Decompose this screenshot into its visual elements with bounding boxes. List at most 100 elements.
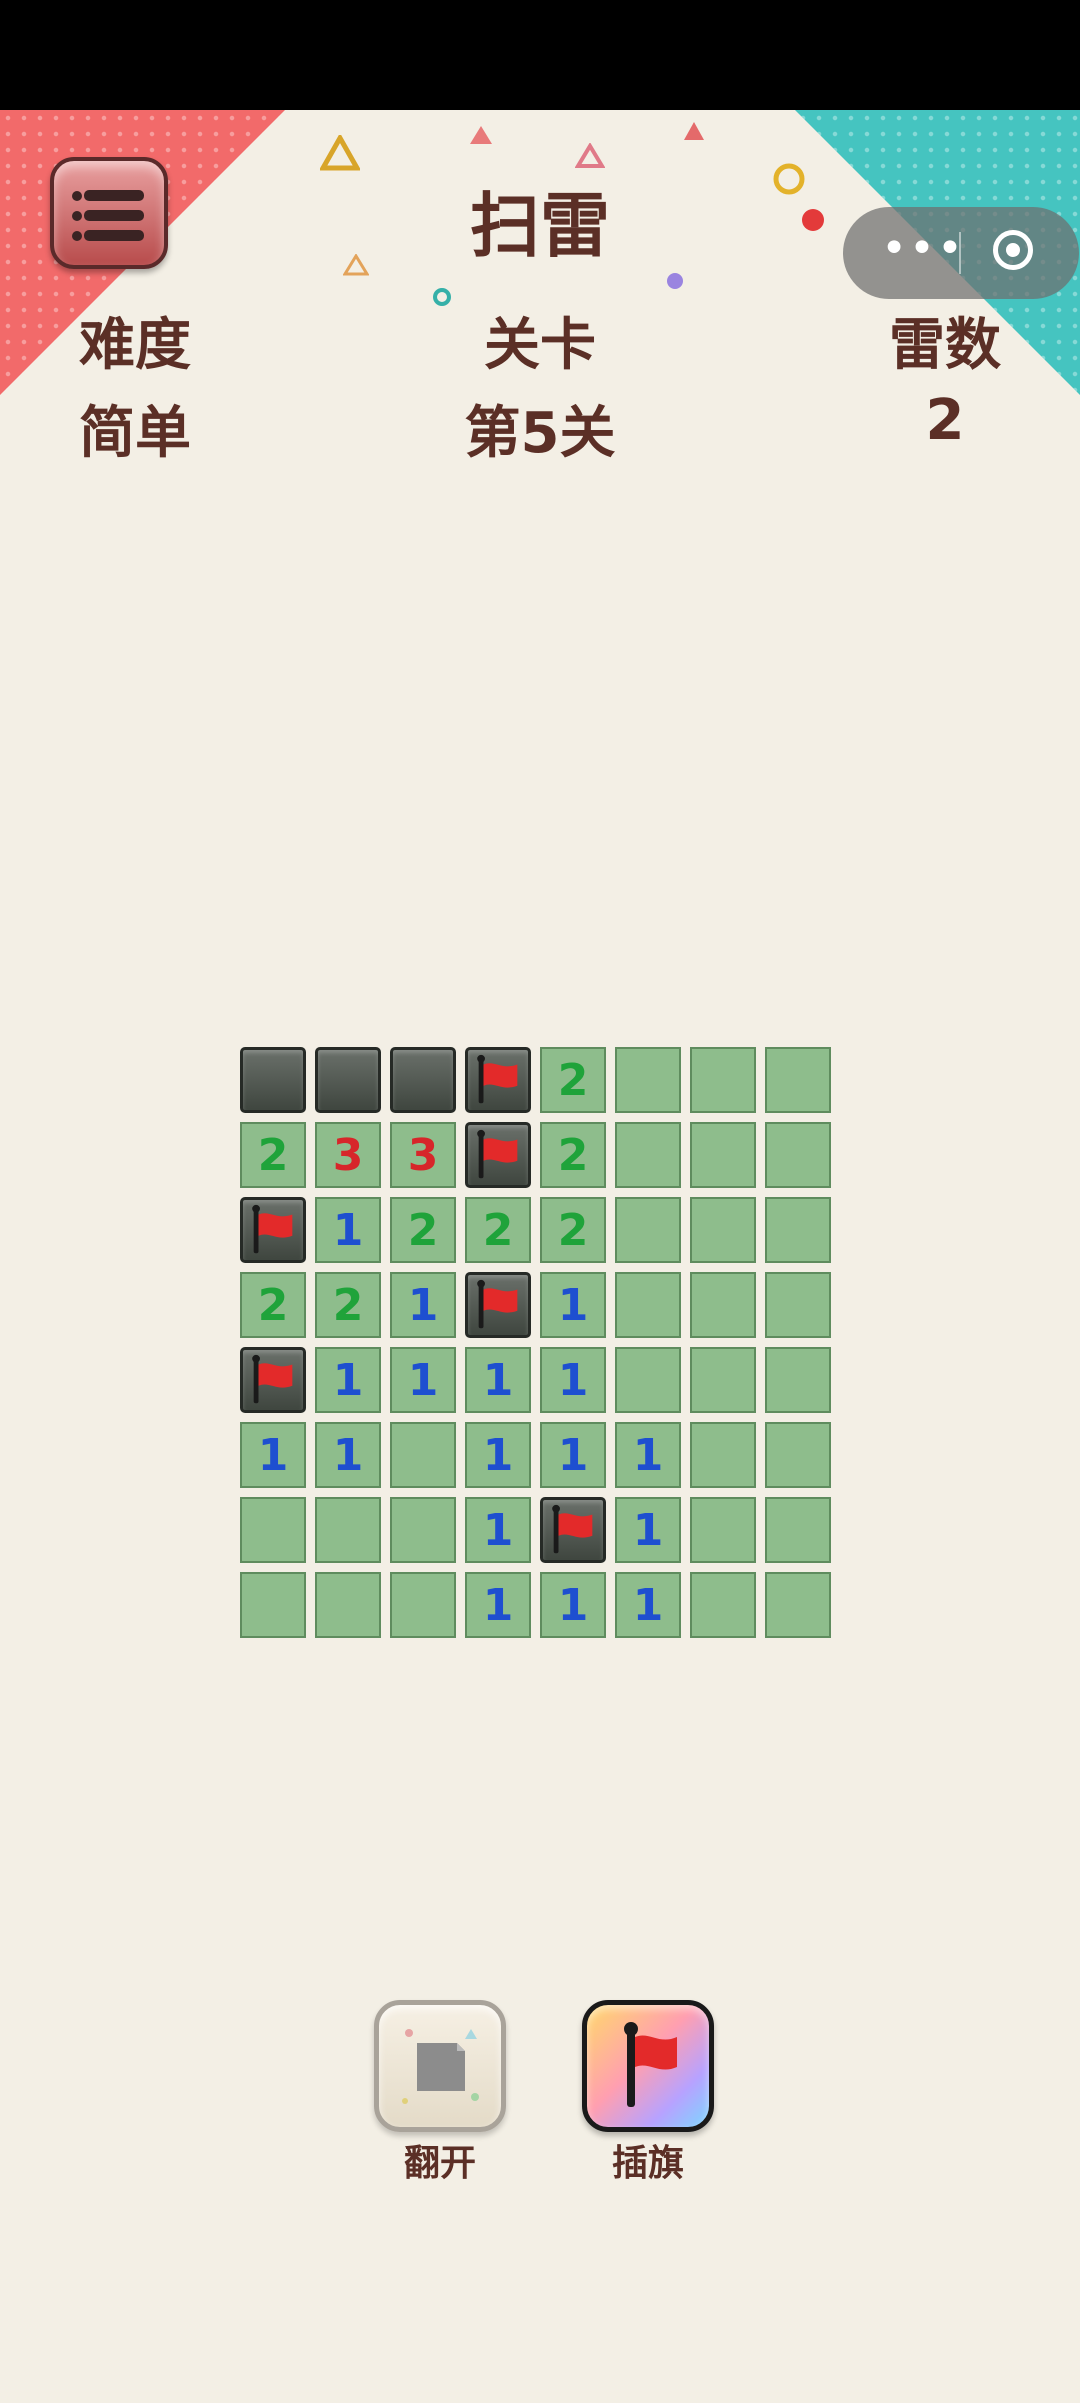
board-cell-unrevealed[interactable] bbox=[390, 1047, 456, 1113]
board-cell-empty[interactable] bbox=[240, 1497, 306, 1563]
board-cell-empty[interactable] bbox=[765, 1497, 831, 1563]
cell-number: 3 bbox=[407, 1129, 439, 1181]
more-dots-icon[interactable]: ••• bbox=[873, 227, 973, 279]
cell-number: 3 bbox=[332, 1129, 364, 1181]
difficulty-label: 难度 bbox=[79, 313, 191, 378]
cell-number: 2 bbox=[482, 1204, 514, 1256]
cell-number: 1 bbox=[557, 1579, 589, 1631]
board-cell-number[interactable]: 1 bbox=[540, 1572, 606, 1638]
board-cell-empty[interactable] bbox=[765, 1047, 831, 1113]
board-cell-empty[interactable] bbox=[690, 1122, 756, 1188]
board-cell-number[interactable]: 2 bbox=[315, 1272, 381, 1338]
minesweeper-board: 223321222221111111111111111 bbox=[240, 1047, 840, 1647]
cell-number: 1 bbox=[557, 1279, 589, 1331]
board-cell-number[interactable]: 2 bbox=[240, 1122, 306, 1188]
board-cell-unrevealed[interactable] bbox=[315, 1047, 381, 1113]
cell-number: 2 bbox=[332, 1279, 364, 1331]
board-cell-number[interactable]: 1 bbox=[540, 1422, 606, 1488]
board-cell-empty[interactable] bbox=[690, 1572, 756, 1638]
board-cell-empty[interactable] bbox=[390, 1572, 456, 1638]
board-cell-number[interactable]: 1 bbox=[465, 1572, 531, 1638]
board-cell-number[interactable]: 3 bbox=[315, 1122, 381, 1188]
board-cell-empty[interactable] bbox=[765, 1572, 831, 1638]
cell-number: 1 bbox=[482, 1504, 514, 1556]
board-cell-empty[interactable] bbox=[615, 1197, 681, 1263]
board-cell-flagged[interactable] bbox=[465, 1047, 531, 1113]
cell-number: 1 bbox=[332, 1354, 364, 1406]
red-flag-icon bbox=[552, 1504, 593, 1554]
board-cell-empty[interactable] bbox=[765, 1197, 831, 1263]
board-cell-empty[interactable] bbox=[690, 1347, 756, 1413]
cell-number: 2 bbox=[557, 1129, 589, 1181]
target-circle-icon[interactable] bbox=[993, 230, 1033, 270]
board-cell-empty[interactable] bbox=[765, 1122, 831, 1188]
red-flag-icon bbox=[624, 2022, 677, 2107]
cell-number: 1 bbox=[632, 1429, 664, 1481]
board-cell-number[interactable]: 1 bbox=[615, 1422, 681, 1488]
board-cell-flagged[interactable] bbox=[465, 1272, 531, 1338]
cell-number: 1 bbox=[482, 1579, 514, 1631]
cell-number: 1 bbox=[557, 1354, 589, 1406]
board-cell-empty[interactable] bbox=[615, 1272, 681, 1338]
board-cell-empty[interactable] bbox=[765, 1347, 831, 1413]
board-cell-empty[interactable] bbox=[765, 1422, 831, 1488]
difficulty-value: 简单 bbox=[79, 401, 191, 466]
red-flag-icon bbox=[477, 1129, 518, 1179]
board-cell-number[interactable]: 1 bbox=[465, 1497, 531, 1563]
mines-value: 2 bbox=[925, 388, 965, 453]
board-cell-number[interactable]: 3 bbox=[390, 1122, 456, 1188]
board-cell-number[interactable]: 1 bbox=[465, 1347, 531, 1413]
board-cell-empty[interactable] bbox=[765, 1272, 831, 1338]
red-flag-icon bbox=[477, 1279, 518, 1329]
board-cell-number[interactable]: 2 bbox=[390, 1197, 456, 1263]
board-cell-empty[interactable] bbox=[690, 1497, 756, 1563]
tile-icon bbox=[402, 2029, 479, 2104]
board-cell-number[interactable]: 2 bbox=[540, 1197, 606, 1263]
board-cell-number[interactable]: 2 bbox=[540, 1047, 606, 1113]
board-cell-empty[interactable] bbox=[690, 1047, 756, 1113]
confetti-circle-purple bbox=[667, 273, 683, 289]
board-cell-number[interactable]: 1 bbox=[315, 1422, 381, 1488]
board-cell-unrevealed[interactable] bbox=[240, 1047, 306, 1113]
board-cell-flagged[interactable] bbox=[465, 1122, 531, 1188]
confetti-triangle-pink bbox=[575, 143, 605, 168]
board-cell-number[interactable]: 1 bbox=[315, 1347, 381, 1413]
open-tool-button[interactable] bbox=[374, 2000, 506, 2132]
capsule-divider bbox=[959, 232, 961, 274]
board-cell-number[interactable]: 1 bbox=[240, 1422, 306, 1488]
board-cell-empty[interactable] bbox=[615, 1047, 681, 1113]
board-cell-number[interactable]: 1 bbox=[540, 1347, 606, 1413]
board-cell-empty[interactable] bbox=[390, 1422, 456, 1488]
cell-number: 2 bbox=[557, 1204, 589, 1256]
confetti-triangle-red bbox=[470, 126, 492, 144]
board-cell-empty[interactable] bbox=[690, 1422, 756, 1488]
confetti-triangle-yellow bbox=[320, 135, 360, 171]
board-cell-flagged[interactable] bbox=[240, 1197, 306, 1263]
board-cell-number[interactable]: 1 bbox=[615, 1497, 681, 1563]
board-cell-number[interactable]: 1 bbox=[540, 1272, 606, 1338]
cell-number: 2 bbox=[257, 1129, 289, 1181]
cell-number: 1 bbox=[632, 1504, 664, 1556]
cell-number: 1 bbox=[407, 1354, 439, 1406]
board-cell-empty[interactable] bbox=[315, 1572, 381, 1638]
board-cell-number[interactable]: 2 bbox=[540, 1122, 606, 1188]
board-cell-empty[interactable] bbox=[615, 1122, 681, 1188]
board-cell-number[interactable]: 1 bbox=[615, 1572, 681, 1638]
cell-number: 1 bbox=[482, 1429, 514, 1481]
board-cell-number[interactable]: 1 bbox=[390, 1272, 456, 1338]
board-cell-empty[interactable] bbox=[240, 1572, 306, 1638]
cell-number: 2 bbox=[257, 1279, 289, 1331]
board-cell-empty[interactable] bbox=[690, 1272, 756, 1338]
board-cell-number[interactable]: 1 bbox=[465, 1422, 531, 1488]
flag-tool-button[interactable] bbox=[582, 2000, 714, 2132]
board-cell-number[interactable]: 1 bbox=[315, 1197, 381, 1263]
board-cell-number[interactable]: 2 bbox=[465, 1197, 531, 1263]
board-cell-empty[interactable] bbox=[690, 1197, 756, 1263]
board-cell-flagged[interactable] bbox=[540, 1497, 606, 1563]
board-cell-empty[interactable] bbox=[390, 1497, 456, 1563]
board-cell-number[interactable]: 1 bbox=[390, 1347, 456, 1413]
board-cell-empty[interactable] bbox=[615, 1347, 681, 1413]
board-cell-empty[interactable] bbox=[315, 1497, 381, 1563]
board-cell-flagged[interactable] bbox=[240, 1347, 306, 1413]
board-cell-number[interactable]: 2 bbox=[240, 1272, 306, 1338]
